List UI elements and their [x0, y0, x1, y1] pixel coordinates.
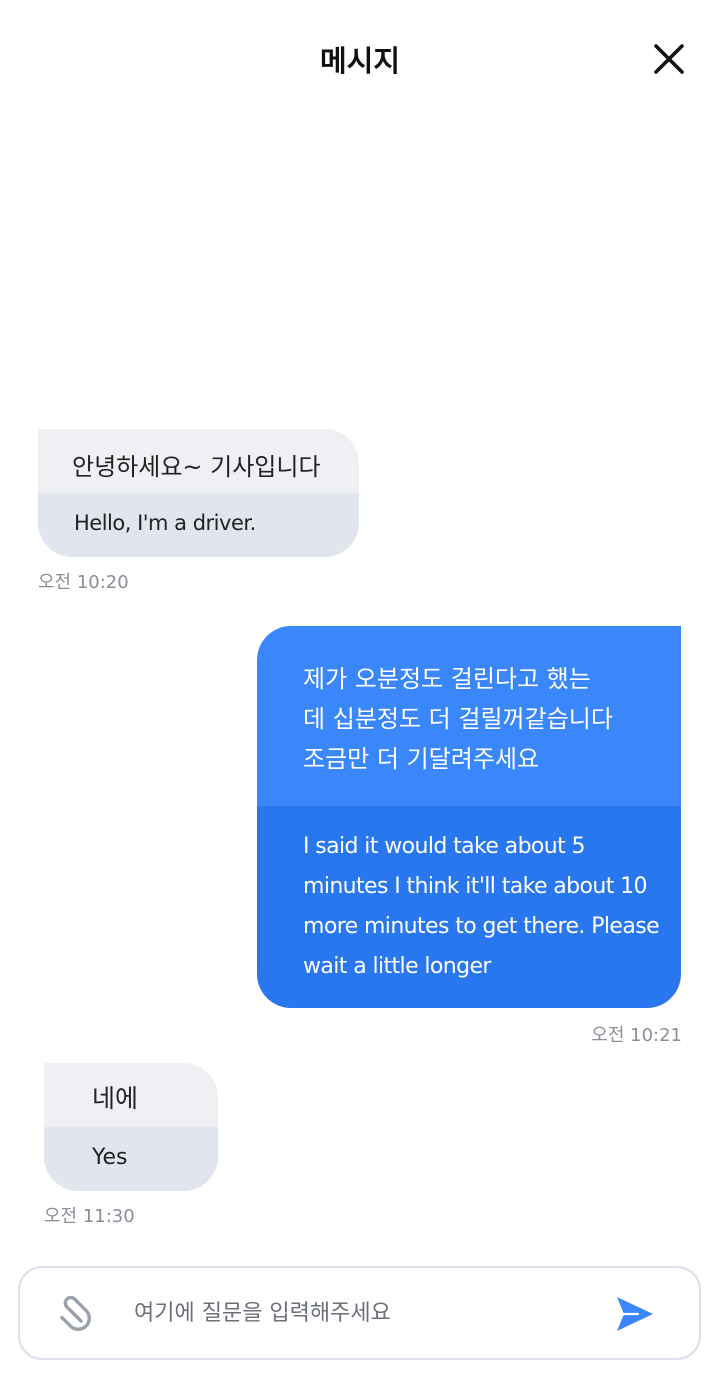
outgoing-message-bubble: 제가 오분정도 걸린다고 했는 데 십분정도 더 걸릴꺼같습니다 조금만 더 기…	[257, 626, 681, 1008]
incoming-message-bubble: 네에 Yes	[44, 1063, 218, 1191]
message-line: wait a little longer	[303, 954, 491, 979]
incoming-message-bubble: 안녕하세요~ 기사입니다 Hello, I'm a driver.	[38, 429, 359, 557]
close-button[interactable]	[650, 40, 688, 78]
message-line: more minutes to get there. Please	[303, 914, 660, 939]
message-timestamp: 오전 11:30	[44, 1206, 135, 1227]
message-timestamp: 오전 10:21	[591, 1025, 682, 1046]
page-title: 메시지	[319, 44, 401, 78]
message-original-text: 네에	[44, 1063, 218, 1127]
message-timestamp: 오전 10:20	[38, 572, 129, 593]
message-line: 조금만 더 기달려주세요	[303, 745, 540, 773]
header: 메시지	[0, 0, 720, 120]
message-input[interactable]	[134, 1292, 594, 1334]
message-line: minutes I think it'll take about 10	[303, 874, 648, 899]
message-translation-text: Hello, I'm a driver.	[38, 493, 359, 557]
attach-button[interactable]	[54, 1294, 94, 1334]
message-composer	[18, 1266, 701, 1360]
message-original-text: 제가 오분정도 걸린다고 했는 데 십분정도 더 걸릴꺼같습니다 조금만 더 기…	[257, 626, 681, 806]
message-original-text: 안녕하세요~ 기사입니다	[38, 429, 359, 493]
chat-screen: 메시지 안녕하세요~ 기사입니다 Hello, I'm a driver. 오전…	[0, 0, 720, 1382]
send-icon	[617, 1297, 653, 1331]
message-translation-text: Yes	[44, 1127, 218, 1191]
message-line: 데 십분정도 더 걸릴꺼같습니다	[303, 705, 613, 733]
close-icon	[654, 44, 684, 74]
message-line: I said it would take about 5	[303, 834, 586, 859]
paperclip-icon	[60, 1295, 91, 1331]
message-translation-text: I said it would take about 5 minutes I t…	[257, 806, 681, 1008]
message-line: 제가 오분정도 걸린다고 했는	[303, 665, 591, 693]
send-button[interactable]	[614, 1294, 656, 1334]
